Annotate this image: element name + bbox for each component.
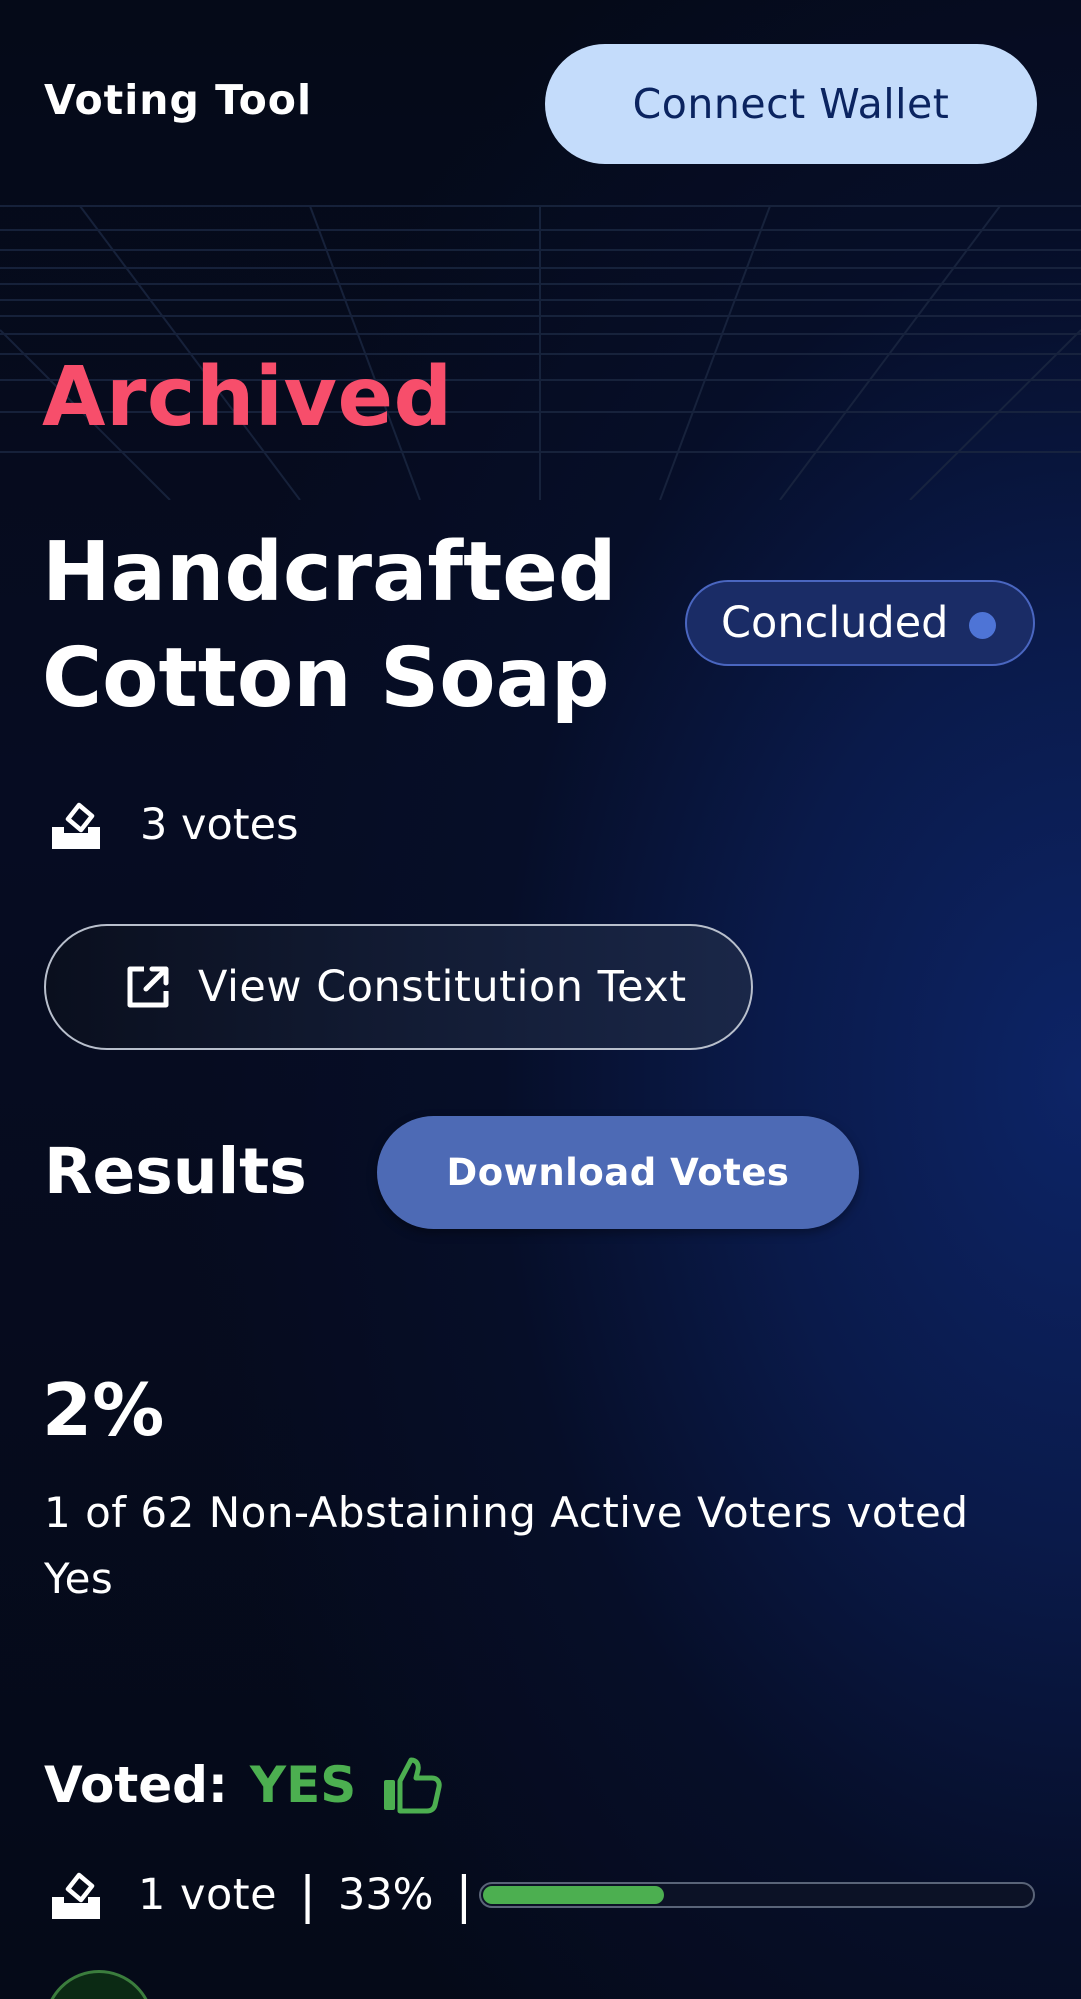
voted-value: YES: [249, 1756, 357, 1814]
option-vote-count: 1 vote: [138, 1870, 278, 1920]
voted-label: Voted:: [44, 1756, 228, 1814]
view-constitution-button[interactable]: View Constitution Text: [44, 924, 753, 1050]
thumbs-up-icon: [384, 1757, 442, 1814]
ballot-box-icon: [52, 802, 100, 849]
status-badge: Concluded: [685, 580, 1035, 666]
proposal-title-line-1: Handcrafted: [42, 525, 617, 620]
option-progress-bar: [479, 1882, 1035, 1908]
proposal-title: Handcrafted Cotton Soap: [42, 520, 662, 732]
connect-wallet-button[interactable]: Connect Wallet: [545, 44, 1037, 164]
separator: |: [299, 1866, 316, 1924]
app-title: Voting Tool: [44, 76, 313, 124]
status-badge-label: Concluded: [721, 598, 949, 648]
archived-heading: Archived: [42, 350, 453, 445]
option-progress-fill: [483, 1886, 664, 1904]
top-header: Voting Tool Connect Wallet: [0, 0, 1081, 200]
separator: |: [455, 1866, 473, 1924]
total-votes-text: 3 votes: [140, 800, 299, 850]
total-votes: 3 votes: [48, 795, 299, 855]
app-root: Voting Tool Connect Wallet Archived Hand…: [0, 0, 1081, 1999]
results-heading: Results: [44, 1135, 307, 1208]
ballot-box-icon: [52, 1872, 100, 1919]
proposal-title-line-2: Cotton Soap: [42, 631, 610, 726]
status-dot: [969, 612, 996, 639]
download-votes-button[interactable]: Download Votes: [377, 1116, 859, 1229]
yes-percentage: 2%: [42, 1368, 165, 1452]
option-percent: 33%: [337, 1870, 434, 1920]
view-constitution-label: View Constitution Text: [198, 962, 687, 1012]
external-link-icon: [127, 966, 169, 1008]
results-description: 1 of 62 Non-Abstaining Active Voters vot…: [44, 1488, 969, 1603]
voted-option: Voted: YES: [44, 1750, 442, 1820]
voted-option-tally: 1 vote | 33% |: [48, 1865, 1038, 1925]
voter-avatar[interactable]: [44, 1970, 154, 1999]
